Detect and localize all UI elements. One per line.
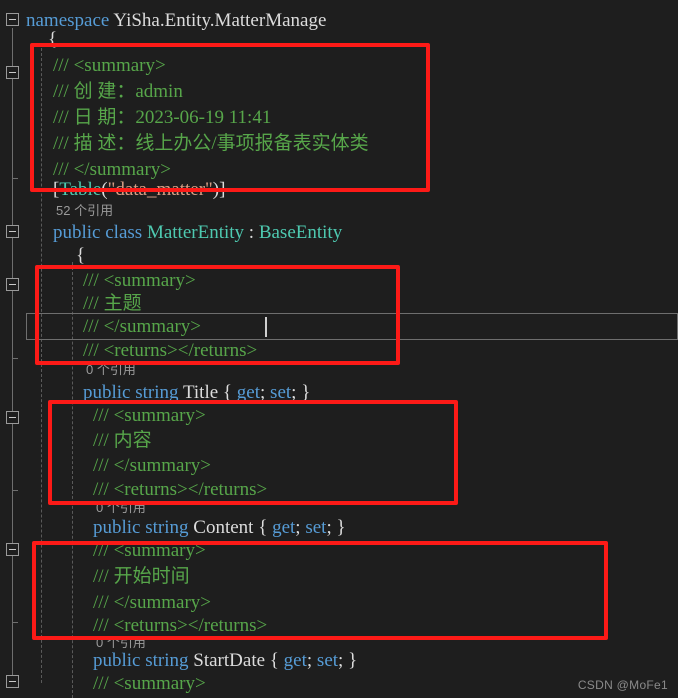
keyword-public: public xyxy=(93,517,141,538)
accessor-open-brace: { xyxy=(258,517,273,538)
fold-toggle-startdate-doc[interactable] xyxy=(6,543,19,556)
annotation-box-title-doc xyxy=(35,265,400,365)
fold-end-content-doc xyxy=(12,490,18,491)
accessor-close-brace: } xyxy=(336,517,346,538)
line-namespace[interactable]: namespace YiSha.Entity.MatterManage xyxy=(26,8,326,35)
line-class-declaration[interactable]: public class MatterEntity : BaseEntity xyxy=(53,220,342,247)
accessor-semicolon: ; xyxy=(326,517,337,538)
line-next-doc-summary-open[interactable]: /// <summary> xyxy=(93,671,206,698)
fold-toggle-namespace[interactable] xyxy=(6,13,19,26)
fold-toggle-content-doc[interactable] xyxy=(6,411,19,424)
namespace-name: YiSha.Entity.MatterManage xyxy=(113,10,327,31)
property-name-startdate: StartDate xyxy=(193,650,266,671)
accessor-get: get xyxy=(283,650,307,671)
class-open-brace: { xyxy=(76,245,86,266)
accessor-get: get xyxy=(272,517,296,538)
fold-toggle-class-doc[interactable] xyxy=(6,66,19,79)
fold-end-title-doc xyxy=(12,358,18,359)
fold-spine-namespace xyxy=(12,28,13,680)
keyword-public-class: public xyxy=(53,222,101,243)
accessor-semicolon: ; xyxy=(306,650,317,671)
annotation-box-class-doc xyxy=(30,43,430,192)
keyword-class: class xyxy=(105,222,143,243)
property-name-content: Content xyxy=(193,517,254,538)
keyword-string: string xyxy=(145,650,189,671)
class-name: MatterEntity xyxy=(146,222,245,243)
class-base-type: BaseEntity xyxy=(258,222,343,243)
editor-gutter[interactable] xyxy=(0,0,26,698)
code-editor[interactable]: namespace YiSha.Entity.MatterManage { //… xyxy=(0,0,678,698)
keyword-public: public xyxy=(93,650,141,671)
class-colon: : xyxy=(244,222,259,243)
watermark: CSDN @MoFe1 xyxy=(577,678,668,692)
fold-toggle-title-doc[interactable] xyxy=(6,278,19,291)
keyword-namespace: namespace xyxy=(26,10,110,31)
accessor-open-brace: { xyxy=(269,650,284,671)
accessor-set: set xyxy=(316,650,339,671)
fold-toggle-class[interactable] xyxy=(6,225,19,238)
annotation-box-startdate-doc xyxy=(32,541,608,640)
doc-summary-open: /// <summary> xyxy=(93,673,206,694)
accessor-close-brace: } xyxy=(348,650,358,671)
fold-toggle-next-doc[interactable] xyxy=(6,675,19,688)
codelens-class-text: 52 个引用 xyxy=(56,203,114,218)
fold-end-startdate-doc xyxy=(12,622,18,623)
keyword-string: string xyxy=(145,517,189,538)
accessor-set: set xyxy=(305,517,327,538)
codelens-class-references[interactable]: 52 个引用 xyxy=(56,203,113,219)
fold-end-class-doc xyxy=(12,178,18,179)
accessor-semicolon: ; xyxy=(338,650,349,671)
accessor-semicolon: ; xyxy=(295,517,306,538)
annotation-box-content-doc xyxy=(48,400,458,505)
